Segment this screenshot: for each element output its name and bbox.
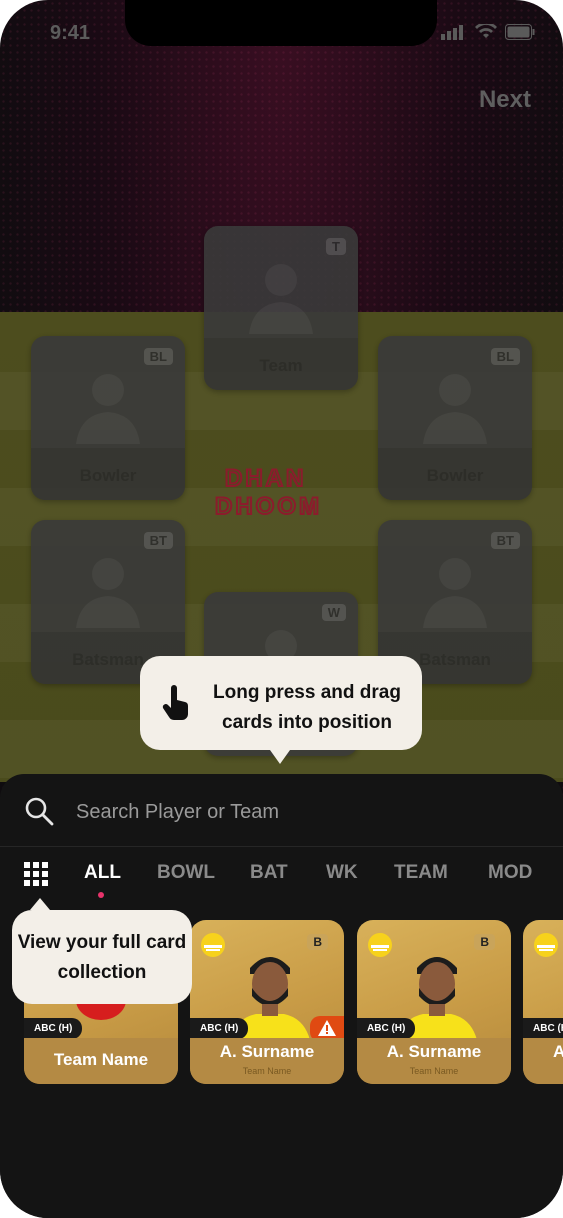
status-icons xyxy=(441,24,535,40)
card-name: A xyxy=(553,1042,563,1061)
warning-icon xyxy=(318,1020,336,1036)
tray-card-player-partial[interactable]: ABC (H) A xyxy=(523,920,563,1084)
tab-bowl[interactable]: BOWL xyxy=(157,862,215,884)
status-time: 9:41 xyxy=(50,22,91,44)
slot-badge: BL xyxy=(143,348,173,365)
card-name: A. Surname xyxy=(219,1042,315,1061)
player-silhouette-icon xyxy=(249,264,313,334)
slot-badge: BT xyxy=(143,532,173,549)
card-team: Team Name xyxy=(409,1066,459,1076)
tray-card-player[interactable]: B ABC (H) A. Surname Team Name xyxy=(357,920,511,1084)
active-tab-indicator xyxy=(98,892,104,898)
collection-tooltip-text: View your full card collection xyxy=(17,932,187,983)
formation-slot-team[interactable]: T Team xyxy=(204,226,358,390)
wifi-icon xyxy=(475,24,497,38)
notch xyxy=(125,0,437,46)
signal-icon xyxy=(441,25,463,40)
logo-line-2: DHOOM xyxy=(215,493,322,518)
slot-badge: T xyxy=(326,238,346,255)
collection-tooltip: View your full card collection xyxy=(12,898,192,1004)
slot-label: Bowler xyxy=(79,466,137,485)
slot-label: Team xyxy=(259,356,303,375)
formation-slot-bowler-left[interactable]: BL Bowler xyxy=(31,336,185,500)
search-input[interactable] xyxy=(74,798,498,826)
search-bar xyxy=(0,774,563,847)
card-name: Team Name xyxy=(53,1050,149,1069)
grid-collection-icon[interactable] xyxy=(24,862,48,886)
next-button[interactable]: Next xyxy=(479,86,531,114)
card-tag: ABC (H) xyxy=(24,1018,83,1039)
card-tag: ABC (H) xyxy=(190,1018,249,1039)
card-team: Team Name xyxy=(242,1066,292,1076)
helmet-icon xyxy=(368,933,392,957)
drag-tooltip: Long press and drag cards into position xyxy=(140,656,422,764)
helmet-icon xyxy=(534,933,558,957)
drag-tooltip-text: Long press and drag cards into position xyxy=(213,682,401,733)
logo-line-1: DHAN xyxy=(225,465,306,492)
card-tag: ABC (H) xyxy=(357,1018,416,1039)
slot-badge: BT xyxy=(490,532,520,549)
phone-screen: 9:41 Next T Team BL Bowler BL Bowler B T … xyxy=(0,0,563,1218)
player-silhouette-icon xyxy=(76,558,140,628)
search-icon xyxy=(25,797,54,826)
tab-bat[interactable]: BAT xyxy=(250,862,288,884)
battery-icon xyxy=(505,24,535,40)
helmet-icon xyxy=(201,933,225,957)
tab-mod[interactable]: MOD xyxy=(488,862,532,884)
hand-pointer-icon xyxy=(162,685,189,720)
player-silhouette-icon xyxy=(423,374,487,444)
slot-badge: BL xyxy=(490,348,520,365)
slot-label: Bowler xyxy=(426,466,484,485)
player-silhouette-icon xyxy=(76,374,140,444)
dhan-dhoom-logo: DHAN DHOOM xyxy=(215,464,322,518)
formation-slot-bowler-right[interactable]: BL Bowler xyxy=(378,336,532,500)
card-tag: ABC (H) xyxy=(523,1018,563,1039)
tab-team[interactable]: TEAM xyxy=(394,862,448,884)
tab-wk[interactable]: WK xyxy=(326,862,358,884)
tab-all[interactable]: ALL xyxy=(84,862,121,884)
role-badge: B xyxy=(307,934,328,950)
filter-tabs: ALL BOWL BAT WK TEAM MOD xyxy=(0,856,563,896)
player-silhouette-icon xyxy=(423,558,487,628)
slot-badge: W xyxy=(321,604,346,621)
role-badge: B xyxy=(474,934,495,950)
card-name: A. Surname xyxy=(386,1042,482,1061)
tray-card-player[interactable]: B ABC (H) A. Surname Team Name xyxy=(190,920,344,1084)
